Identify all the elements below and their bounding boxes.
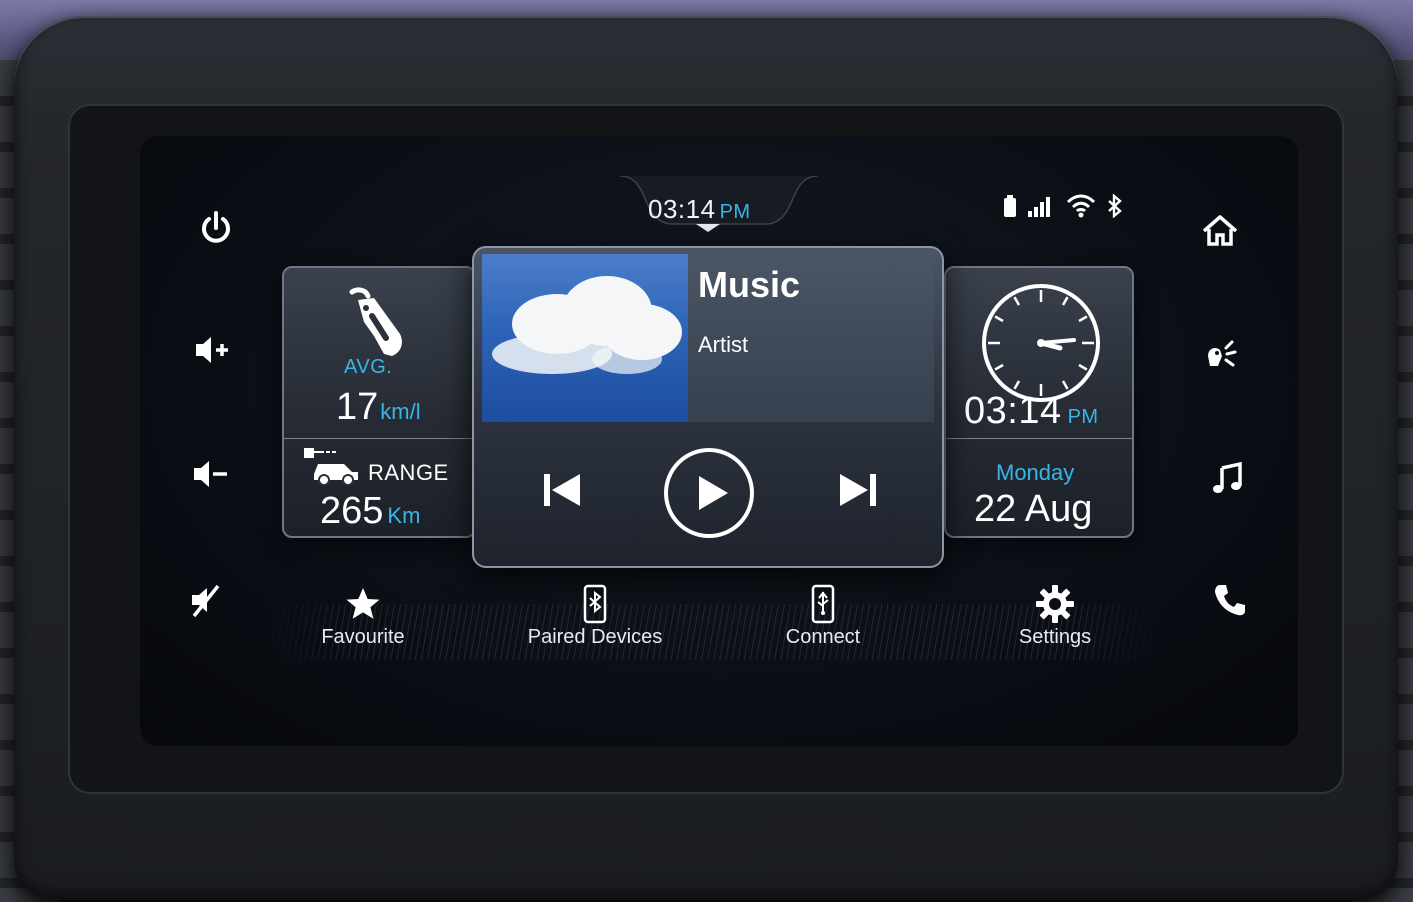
previous-track-icon	[544, 474, 580, 506]
range-value: 265 Km	[320, 490, 420, 533]
settings-label: Settings	[1018, 626, 1092, 648]
play-icon	[664, 448, 754, 538]
music-artist: Artist	[698, 332, 749, 357]
avg-label: AVG.	[344, 356, 393, 378]
power-icon	[202, 211, 230, 243]
avg-value: 17km/l	[336, 386, 421, 429]
gear-icon	[1036, 585, 1074, 623]
paired-devices-button[interactable]: Paired Devices	[500, 584, 690, 660]
favourite-button[interactable]: Favourite	[268, 584, 458, 660]
connect-label: Connect	[785, 626, 861, 648]
status-ampm: PM	[719, 201, 751, 223]
music-note-icon	[1213, 461, 1242, 493]
status-clock: 03:14 PM	[648, 194, 751, 225]
volume-down-button[interactable]	[182, 446, 238, 502]
battery-icon	[1004, 195, 1016, 222]
star-icon	[346, 588, 380, 619]
music-shortcut-button[interactable]	[1200, 450, 1256, 506]
music-title: Music	[698, 264, 801, 305]
date-value: 22 Aug	[974, 488, 1093, 530]
day-label: Monday	[996, 460, 1075, 485]
phone-icon	[1215, 585, 1245, 616]
bluetooth-icon	[1108, 193, 1122, 223]
play-button[interactable]	[662, 446, 756, 540]
usb-phone-icon	[811, 584, 835, 624]
wifi-icon	[1066, 194, 1096, 223]
album-art	[482, 254, 688, 422]
clock-time: 03:14 PM	[964, 390, 1099, 433]
favourite-label: Favourite	[321, 626, 405, 648]
connect-button[interactable]: Connect	[728, 584, 918, 660]
voice-command-icon	[1208, 340, 1237, 367]
clock-time-value: 03:14	[964, 390, 1062, 432]
range-number: 265	[320, 490, 384, 532]
previous-track-button[interactable]	[532, 460, 592, 520]
clock-ampm: PM	[1067, 406, 1099, 428]
volume-down-icon	[194, 461, 227, 487]
signal-icon	[1028, 195, 1054, 222]
fuel-nozzle-icon	[349, 287, 402, 356]
phone-button[interactable]	[1202, 572, 1258, 628]
status-icons	[1004, 193, 1122, 223]
home-button[interactable]	[1192, 202, 1248, 258]
card-divider	[946, 438, 1132, 439]
range-label: RANGE	[368, 460, 449, 485]
paired-devices-label: Paired Devices	[527, 626, 663, 648]
card-divider	[284, 438, 474, 439]
range-unit: Km	[387, 503, 421, 528]
car-fuel-range-icon	[304, 448, 358, 486]
fuel-info-card[interactable]: AVG. 17km/l RANGE 265 Km	[282, 266, 476, 538]
avg-unit: km/l	[380, 399, 421, 424]
status-time-value: 03:14	[648, 194, 716, 224]
avg-number: 17	[336, 386, 379, 428]
next-track-icon	[840, 474, 876, 506]
analog-clock-icon	[982, 284, 1100, 402]
infotainment-screen: 03:14 PM AVG. 17km/l RANGE 265 Km 03:14 …	[140, 136, 1298, 746]
settings-button[interactable]: Settings	[960, 584, 1150, 660]
volume-up-icon	[196, 337, 228, 363]
pull-down-caret[interactable]	[696, 224, 720, 232]
voice-command-button[interactable]	[1194, 326, 1250, 382]
playback-controls	[474, 444, 942, 544]
bluetooth-phone-icon	[583, 584, 607, 624]
volume-up-button[interactable]	[184, 322, 240, 378]
music-player-card[interactable]: Music Artist	[472, 246, 944, 568]
clock-date-card[interactable]: 03:14 PM Monday 22 Aug	[944, 266, 1134, 538]
next-track-button[interactable]	[828, 460, 888, 520]
mute-icon	[192, 584, 220, 618]
power-button[interactable]	[188, 200, 244, 256]
home-icon	[1202, 215, 1238, 246]
mute-button[interactable]	[178, 572, 234, 628]
